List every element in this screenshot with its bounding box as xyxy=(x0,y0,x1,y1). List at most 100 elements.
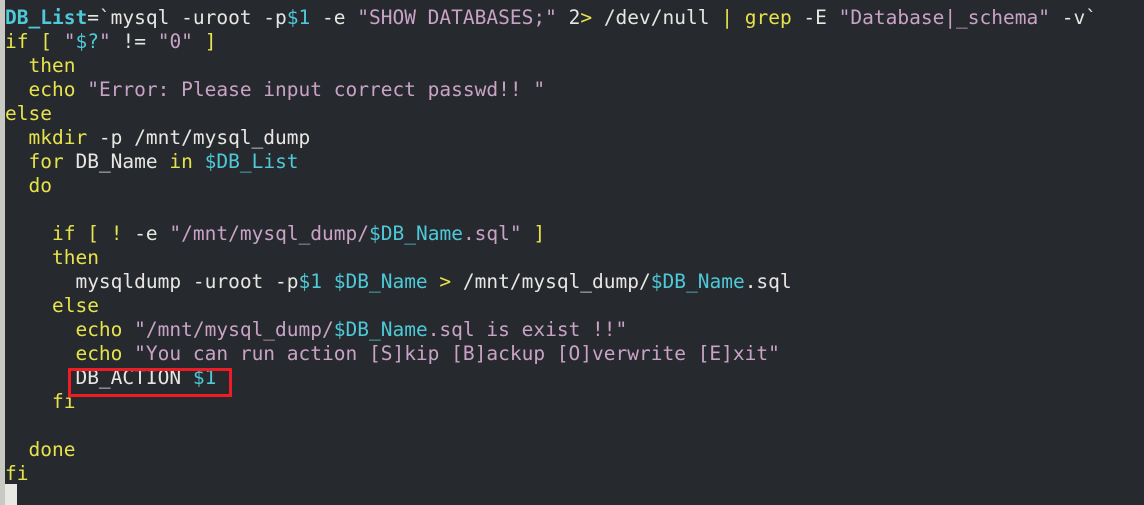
code-token: $? xyxy=(75,30,99,53)
code-content-area[interactable]: DB_List=`mysql -uroot -p$1 -e "SHOW DATA… xyxy=(5,0,1144,505)
code-line[interactable]: then xyxy=(5,246,1144,270)
code-line[interactable]: DB_List=`mysql -uroot -p$1 -e "SHOW DATA… xyxy=(5,6,1144,30)
code-line[interactable]: if [ ! -e "/mnt/mysql_dump/$DB_Name.sql"… xyxy=(5,222,1144,246)
code-token: "You can run action [S]kip [B]ackup [O]v… xyxy=(134,342,780,365)
code-token: echo xyxy=(75,318,123,341)
code-token: 2 xyxy=(568,6,581,29)
code-line[interactable]: fi xyxy=(5,462,1144,486)
code-token: -p /mnt/mysql_dump xyxy=(87,126,311,149)
code-line[interactable]: echo "Error: Please input correct passwd… xyxy=(5,78,1144,102)
code-token: $DB_Name xyxy=(369,222,463,245)
code-token: /mnt/mysql_dump/ xyxy=(451,270,651,293)
code-token: fi xyxy=(51,390,76,413)
code-token: "0" xyxy=(157,30,193,53)
code-token: > xyxy=(439,270,452,293)
code-token: fi xyxy=(5,462,29,485)
code-token: [ xyxy=(40,30,52,53)
code-token: $DB_Name xyxy=(333,318,428,341)
code-token: DB_ACTION xyxy=(75,366,182,389)
code-token: "Error: Please input correct passwd!! " xyxy=(87,78,546,101)
code-line[interactable]: mysqldump -uroot -p$1 $DB_Name > /mnt/my… xyxy=(5,270,1144,294)
code-token: | xyxy=(721,6,733,29)
code-token: != xyxy=(122,30,146,53)
code-token: .sql" xyxy=(462,222,522,245)
code-line[interactable]: do xyxy=(5,174,1144,198)
code-token: else xyxy=(51,294,99,317)
code-token: $DB_Name xyxy=(333,270,428,293)
code-token: "Database|_schema" xyxy=(838,6,1050,29)
code-token: else xyxy=(5,102,52,125)
code-token: $1 xyxy=(298,270,322,293)
code-token: for xyxy=(28,150,64,173)
code-line[interactable] xyxy=(5,198,1144,222)
code-token: DB_Name xyxy=(63,150,170,173)
code-line[interactable]: then xyxy=(5,54,1144,78)
code-token: .sql is exist !!" xyxy=(427,318,628,341)
code-line[interactable]: done xyxy=(5,438,1144,462)
code-token: $1 xyxy=(192,366,217,389)
code-token: mysql -uroot -p xyxy=(110,6,287,29)
code-line[interactable]: fi xyxy=(5,390,1144,414)
code-token: echo xyxy=(75,342,123,365)
code-token: -E xyxy=(791,6,839,29)
code-token: ! xyxy=(110,222,123,245)
code-token: mkdir xyxy=(28,126,88,149)
code-token: $DB_Name xyxy=(650,270,745,293)
code-line[interactable] xyxy=(5,414,1144,438)
code-token: then xyxy=(28,54,76,77)
code-token: ] xyxy=(204,30,217,53)
code-token: -e xyxy=(310,6,358,29)
code-token: mysqldump -uroot -p xyxy=(75,270,299,293)
code-line[interactable]: echo "You can run action [S]kip [B]ackup… xyxy=(5,342,1144,366)
code-token: "/mnt/mysql_dump/ xyxy=(169,222,370,245)
code-token: echo xyxy=(28,78,76,101)
code-token: done xyxy=(28,438,76,461)
code-token: if xyxy=(5,30,29,53)
code-token: " xyxy=(63,30,76,53)
code-line[interactable]: DB_ACTION $1 xyxy=(5,366,1144,390)
code-line[interactable]: else xyxy=(5,102,1144,126)
code-line[interactable]: mkdir -p /mnt/mysql_dump xyxy=(5,126,1144,150)
code-editor-pane[interactable]: DB_List=`mysql -uroot -p$1 -e "SHOW DATA… xyxy=(0,0,1144,505)
code-token: if xyxy=(51,222,76,245)
code-line[interactable]: for DB_Name in $DB_List xyxy=(5,150,1144,174)
code-line[interactable]: if [ "$?" != "0" ] xyxy=(5,30,1144,54)
code-token: -e xyxy=(122,222,170,245)
code-token: $DB_List xyxy=(204,150,299,173)
code-token: =` xyxy=(87,6,111,29)
code-token: "SHOW DATABASES;" xyxy=(357,6,557,29)
code-token: /dev/null xyxy=(592,6,722,29)
code-token: in xyxy=(169,150,193,173)
code-token: then xyxy=(51,246,99,269)
code-token: " xyxy=(98,30,111,53)
code-line[interactable]: echo "/mnt/mysql_dump/$DB_Name.sql is ex… xyxy=(5,318,1144,342)
code-line[interactable]: else xyxy=(5,294,1144,318)
